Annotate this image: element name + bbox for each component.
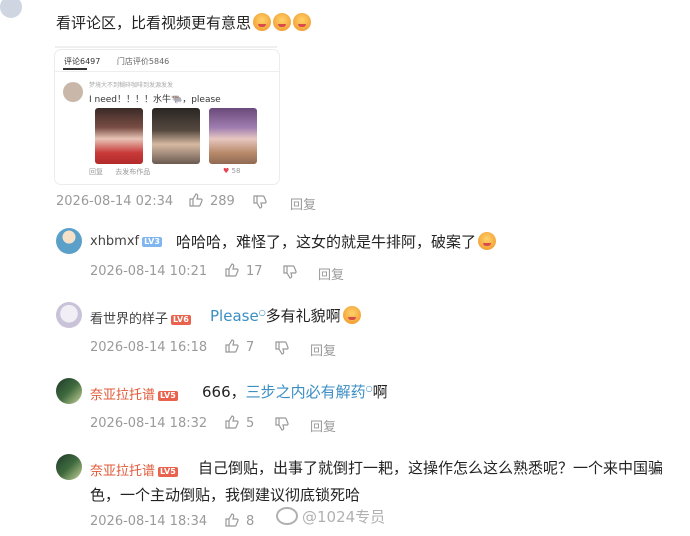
like-count: 289 bbox=[210, 194, 235, 209]
dog-emoji-icon bbox=[342, 306, 361, 324]
comment-text-suffix: 啊 bbox=[372, 383, 388, 401]
photo bbox=[152, 108, 200, 164]
username[interactable]: 看世界的样子 bbox=[90, 312, 168, 327]
thumbs-down-icon[interactable] bbox=[274, 416, 290, 432]
reply-button[interactable]: 回复 bbox=[310, 340, 336, 359]
comment-text-prefix: 666， bbox=[202, 383, 246, 401]
like-count: 17 bbox=[246, 264, 263, 279]
comment-timestamp: 2026-08-14 02:34 bbox=[56, 194, 174, 209]
avatar[interactable] bbox=[0, 0, 22, 18]
search-link-icon: ○ bbox=[258, 308, 266, 317]
comment-text: 哈哈哈，难怪了，这女的就是牛排阿，破案了 bbox=[176, 231, 497, 252]
divider bbox=[55, 46, 277, 48]
laugh-cry-emoji-icon bbox=[478, 232, 497, 250]
search-link-icon: ○ bbox=[365, 384, 373, 393]
like-count: 5 bbox=[246, 416, 255, 431]
comment-username[interactable]: 奈亚拉托谱 LV5 bbox=[90, 460, 178, 479]
avatar[interactable] bbox=[56, 302, 82, 328]
reply-button[interactable]: 回复 bbox=[318, 264, 344, 283]
reply-button[interactable]: 回复 bbox=[310, 416, 336, 435]
card-post: 去发布作品 bbox=[115, 168, 151, 176]
like-count: 8 bbox=[246, 514, 255, 529]
card-likes: ♥ 58 bbox=[223, 167, 240, 175]
username[interactable]: 奈亚拉托谱 bbox=[90, 464, 155, 479]
avatar bbox=[63, 82, 83, 102]
weibo-logo-icon bbox=[276, 507, 298, 525]
level-badge: LV3 bbox=[142, 236, 162, 247]
laugh-cry-emoji-icon bbox=[253, 13, 272, 31]
watermark-text: @1024专员 bbox=[302, 508, 386, 526]
level-badge: LV6 bbox=[171, 314, 191, 325]
comment-text-line: 色，一个主动倒贴，我倒建议彻底锁死哈 bbox=[90, 486, 361, 504]
username[interactable]: xhbmxf bbox=[90, 234, 139, 249]
card-tabs: 评论6497 门店评价5846 bbox=[64, 56, 183, 67]
comment-text-main: 看评论区，比看视频更有意思 bbox=[56, 14, 252, 32]
tab-store-reviews: 门店评价5846 bbox=[116, 57, 170, 66]
thumbs-up-icon[interactable] bbox=[188, 192, 204, 208]
card-author: 梦境大不到糊碎咖啡到发源发发 bbox=[89, 82, 174, 89]
active-tab-indicator bbox=[63, 68, 87, 70]
comment-text: 看评论区，比看视频更有意思 bbox=[56, 12, 312, 33]
photo bbox=[95, 108, 143, 164]
avatar[interactable] bbox=[56, 454, 82, 480]
thumbs-down-icon[interactable] bbox=[252, 194, 268, 210]
level-badge: LV5 bbox=[158, 466, 178, 477]
search-link[interactable]: 三步之内必有解药 bbox=[246, 383, 366, 401]
comment-text-main: 多有礼貌啊 bbox=[265, 307, 341, 325]
level-badge: LV5 bbox=[158, 390, 178, 401]
comment-timestamp: 2026-08-14 10:21 bbox=[90, 264, 208, 279]
divider bbox=[55, 71, 279, 72]
card-comment-text: I need！！！！水牛🐃，please bbox=[89, 95, 221, 105]
thumbs-down-icon[interactable] bbox=[282, 264, 298, 280]
comment-username[interactable]: 看世界的样子 LV6 bbox=[90, 308, 191, 327]
card-footer: 回复 去发布作品 bbox=[89, 167, 160, 177]
comment-username[interactable]: xhbmxf LV3 bbox=[90, 234, 162, 249]
comment-text-line: 自己倒贴，出事了就倒打一耙，这操作怎么这么熟悉呢？一个来中国骗 bbox=[198, 459, 664, 477]
card-like-count: 58 bbox=[231, 167, 241, 175]
comment-text: 666，三步之内必有解药○啊 bbox=[202, 381, 388, 402]
thumbs-up-icon[interactable] bbox=[224, 262, 240, 278]
embedded-screenshot[interactable]: 评论6497 门店评价5846 梦境大不到糊碎咖啡到发源发发 I need！！！… bbox=[55, 50, 279, 184]
comment-username[interactable]: 奈亚拉托谱 LV5 bbox=[90, 384, 178, 403]
heart-icon: ♥ bbox=[223, 167, 230, 175]
photo bbox=[209, 108, 257, 164]
thumbs-down-icon[interactable] bbox=[274, 340, 290, 356]
comment-text: Please○多有礼貌啊 bbox=[210, 305, 361, 326]
comment-timestamp: 2026-08-14 18:34 bbox=[90, 514, 208, 529]
tab-comments: 评论6497 bbox=[64, 57, 101, 66]
like-count: 7 bbox=[246, 340, 255, 355]
comment-timestamp: 2026-08-14 16:18 bbox=[90, 340, 208, 355]
thumbs-up-icon[interactable] bbox=[224, 512, 240, 528]
card-reply: 回复 bbox=[89, 168, 103, 176]
search-link[interactable]: Please bbox=[210, 307, 259, 325]
laugh-cry-emoji-icon bbox=[273, 13, 292, 31]
watermark: @1024专员 bbox=[276, 506, 385, 527]
avatar[interactable] bbox=[56, 228, 82, 254]
thumbs-up-icon[interactable] bbox=[224, 414, 240, 430]
reply-button[interactable]: 回复 bbox=[290, 194, 316, 213]
comment-timestamp: 2026-08-14 18:32 bbox=[90, 416, 208, 431]
username[interactable]: 奈亚拉托谱 bbox=[90, 388, 155, 403]
thumbs-up-icon[interactable] bbox=[224, 338, 240, 354]
laugh-cry-emoji-icon bbox=[293, 13, 312, 31]
comment-text-main: 哈哈哈，难怪了，这女的就是牛排阿，破案了 bbox=[176, 233, 477, 251]
avatar[interactable] bbox=[56, 378, 82, 404]
